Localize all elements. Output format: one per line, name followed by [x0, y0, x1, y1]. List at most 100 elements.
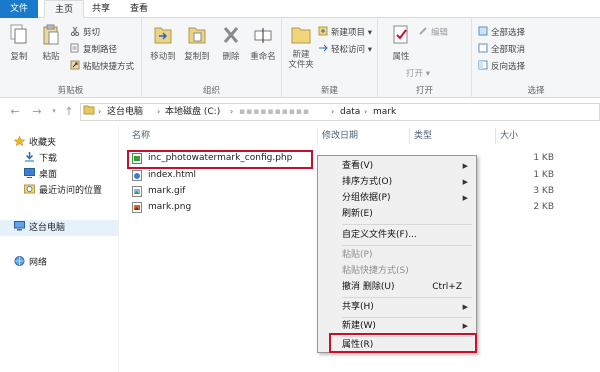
- paste-shortcut-label: 粘贴快捷方式: [83, 62, 135, 72]
- move-to-button[interactable]: 移动到: [148, 24, 178, 62]
- copy-to-icon: [188, 27, 206, 44]
- copy-path-icon: [70, 43, 80, 53]
- breadcrumb-mark[interactable]: mark: [373, 104, 396, 120]
- delete-x-icon: [223, 27, 239, 43]
- file-size: 2 KB: [533, 202, 554, 212]
- easy-access-button[interactable]: 轻松访问 ▾: [318, 43, 372, 57]
- menu-item-share[interactable]: 共享(H) ▶: [320, 299, 474, 315]
- new-folder-label: 新建 文件夹: [288, 50, 314, 70]
- edit-icon: [418, 26, 428, 36]
- network-icon: [14, 256, 25, 266]
- nav-item-downloads[interactable]: 下载: [24, 152, 57, 167]
- column-header-size[interactable]: 大小: [496, 128, 556, 144]
- new-group-label: 新建: [320, 86, 338, 96]
- breadcrumb-data[interactable]: data: [340, 104, 360, 120]
- new-folder-icon: [291, 27, 311, 44]
- nav-item-recent-places[interactable]: 最近访问的位置: [24, 184, 102, 199]
- breadcrumb-this-pc[interactable]: 这台电脑: [107, 104, 143, 120]
- clipboard-group: 复制 粘贴 剪切 复制路径 粘贴快捷方式 剪贴板: [0, 18, 142, 98]
- nav-item-this-pc[interactable]: 这台电脑: [14, 221, 65, 236]
- breadcrumb-separator: ›: [364, 107, 368, 116]
- computer-icon: [14, 221, 25, 231]
- submenu-arrow-icon: ▶: [462, 178, 468, 186]
- menu-item-paste-shortcut[interactable]: 粘贴快捷方式(S): [320, 263, 474, 279]
- nav-label-network: 网络: [29, 258, 48, 268]
- invert-selection-button[interactable]: 反向选择: [478, 60, 525, 74]
- edit-button[interactable]: 编辑: [418, 26, 448, 40]
- menu-shortcut-undo: Ctrl+Z: [432, 282, 462, 292]
- menu-item-group-by[interactable]: 分组依据(P) ▶: [320, 190, 474, 206]
- tab-view[interactable]: 查看: [124, 0, 154, 18]
- invert-selection-label: 反向选择: [491, 62, 526, 72]
- address-folder-icon: [83, 104, 95, 120]
- navigation-pane: 收藏夹 下载 桌面 最近访问的位置 这台电脑 网络: [0, 125, 118, 372]
- tab-share[interactable]: 共享: [86, 0, 116, 18]
- menu-item-refresh[interactable]: 刷新(E): [320, 206, 474, 222]
- ribbon-tabs: 文件 主页 共享 查看: [0, 0, 600, 19]
- menu-item-new[interactable]: 新建(W) ▶: [320, 318, 474, 334]
- address-bar[interactable]: › 这台电脑 › 本地磁盘 (C:) › ▪▪▪▪▪▪▪▪▪▪ › data ›…: [80, 103, 600, 121]
- recent-places-icon: [24, 184, 35, 194]
- nav-item-desktop[interactable]: 桌面: [24, 168, 57, 183]
- new-item-button[interactable]: 新建项目 ▾: [318, 26, 372, 40]
- nav-item-network[interactable]: 网络: [14, 256, 47, 271]
- up-arrow-icon: ↑: [64, 105, 74, 118]
- forward-button[interactable]: →: [30, 105, 44, 119]
- cut-button[interactable]: 剪切: [70, 26, 100, 40]
- organize-group-label: 组织: [202, 86, 220, 96]
- menu-item-sort-by[interactable]: 排序方式(O) ▶: [320, 174, 474, 190]
- open-button[interactable]: 打开 ▾: [406, 67, 430, 81]
- column-header-type[interactable]: 类型: [410, 128, 496, 144]
- menu-label-undo-delete: 撤消 删除(U): [342, 282, 395, 292]
- back-arrow-icon: ←: [10, 105, 20, 118]
- menu-item-customize-folder[interactable]: 自定义文件夹(F)...: [320, 227, 474, 243]
- scissors-icon: [70, 26, 80, 37]
- new-item-icon: [318, 26, 328, 36]
- column-header-date[interactable]: 修改日期: [318, 128, 410, 144]
- paste-button[interactable]: 粘贴: [36, 24, 66, 62]
- paste-shortcut-button[interactable]: 粘贴快捷方式: [70, 60, 134, 74]
- breadcrumb-separator: ›: [230, 107, 234, 116]
- column-header-name[interactable]: 名称: [128, 128, 318, 144]
- properties-ribbon-button[interactable]: 属性: [386, 24, 416, 62]
- back-button[interactable]: ←: [8, 105, 22, 119]
- menu-item-paste[interactable]: 粘贴(P): [320, 247, 474, 263]
- new-folder-button[interactable]: 新建 文件夹: [286, 24, 316, 70]
- select-group-label: 选择: [527, 86, 545, 96]
- copy-path-button[interactable]: 复制路径: [70, 43, 117, 57]
- delete-button[interactable]: 删除: [216, 24, 246, 62]
- tab-file[interactable]: 文件: [0, 0, 38, 18]
- menu-label-customize-folder: 自定义文件夹(F)...: [342, 230, 417, 240]
- open-group-label: 打开: [415, 86, 433, 96]
- select-all-button[interactable]: 全部选择: [478, 26, 525, 40]
- properties-ribbon-label: 属性: [392, 52, 410, 62]
- nav-label-desktop: 桌面: [39, 170, 58, 180]
- ribbon: 复制 粘贴 剪切 复制路径 粘贴快捷方式 剪贴板 移动到 复制到 删除 重命名 …: [0, 18, 600, 98]
- nav-label-downloads: 下载: [39, 154, 58, 164]
- copy-button[interactable]: 复制: [4, 24, 34, 62]
- file-highlight-box: [127, 150, 313, 169]
- edit-label: 编辑: [431, 28, 449, 38]
- invert-selection-icon: [478, 60, 488, 70]
- rename-icon: [254, 28, 272, 43]
- select-none-icon: [478, 43, 488, 53]
- breadcrumb-local-disk[interactable]: 本地磁盘 (C:): [165, 104, 220, 120]
- up-button[interactable]: ↑: [62, 105, 76, 119]
- rename-button[interactable]: 重命名: [248, 24, 278, 62]
- submenu-arrow-icon: ▶: [462, 194, 468, 202]
- properties-icon: [393, 25, 408, 44]
- select-none-button[interactable]: 全部取消: [478, 43, 525, 57]
- menu-item-view[interactable]: 查看(V) ▶: [320, 158, 474, 174]
- copy-path-label: 复制路径: [83, 45, 118, 55]
- submenu-arrow-icon: ▶: [462, 303, 468, 311]
- tab-home[interactable]: 主页: [44, 0, 84, 19]
- pane-splitter[interactable]: [118, 125, 119, 372]
- file-name: index.html: [148, 170, 196, 180]
- menu-item-undo-delete[interactable]: 撤消 删除(U) Ctrl+Z: [320, 279, 474, 295]
- copy-to-button[interactable]: 复制到: [182, 24, 212, 62]
- file-name: mark.png: [148, 202, 192, 212]
- cut-label: 剪切: [83, 28, 101, 38]
- nav-item-favorites[interactable]: 收藏夹: [13, 135, 56, 151]
- recent-locations-button[interactable]: ▾: [47, 105, 61, 119]
- breadcrumb-redacted[interactable]: ▪▪▪▪▪▪▪▪▪▪: [239, 104, 310, 120]
